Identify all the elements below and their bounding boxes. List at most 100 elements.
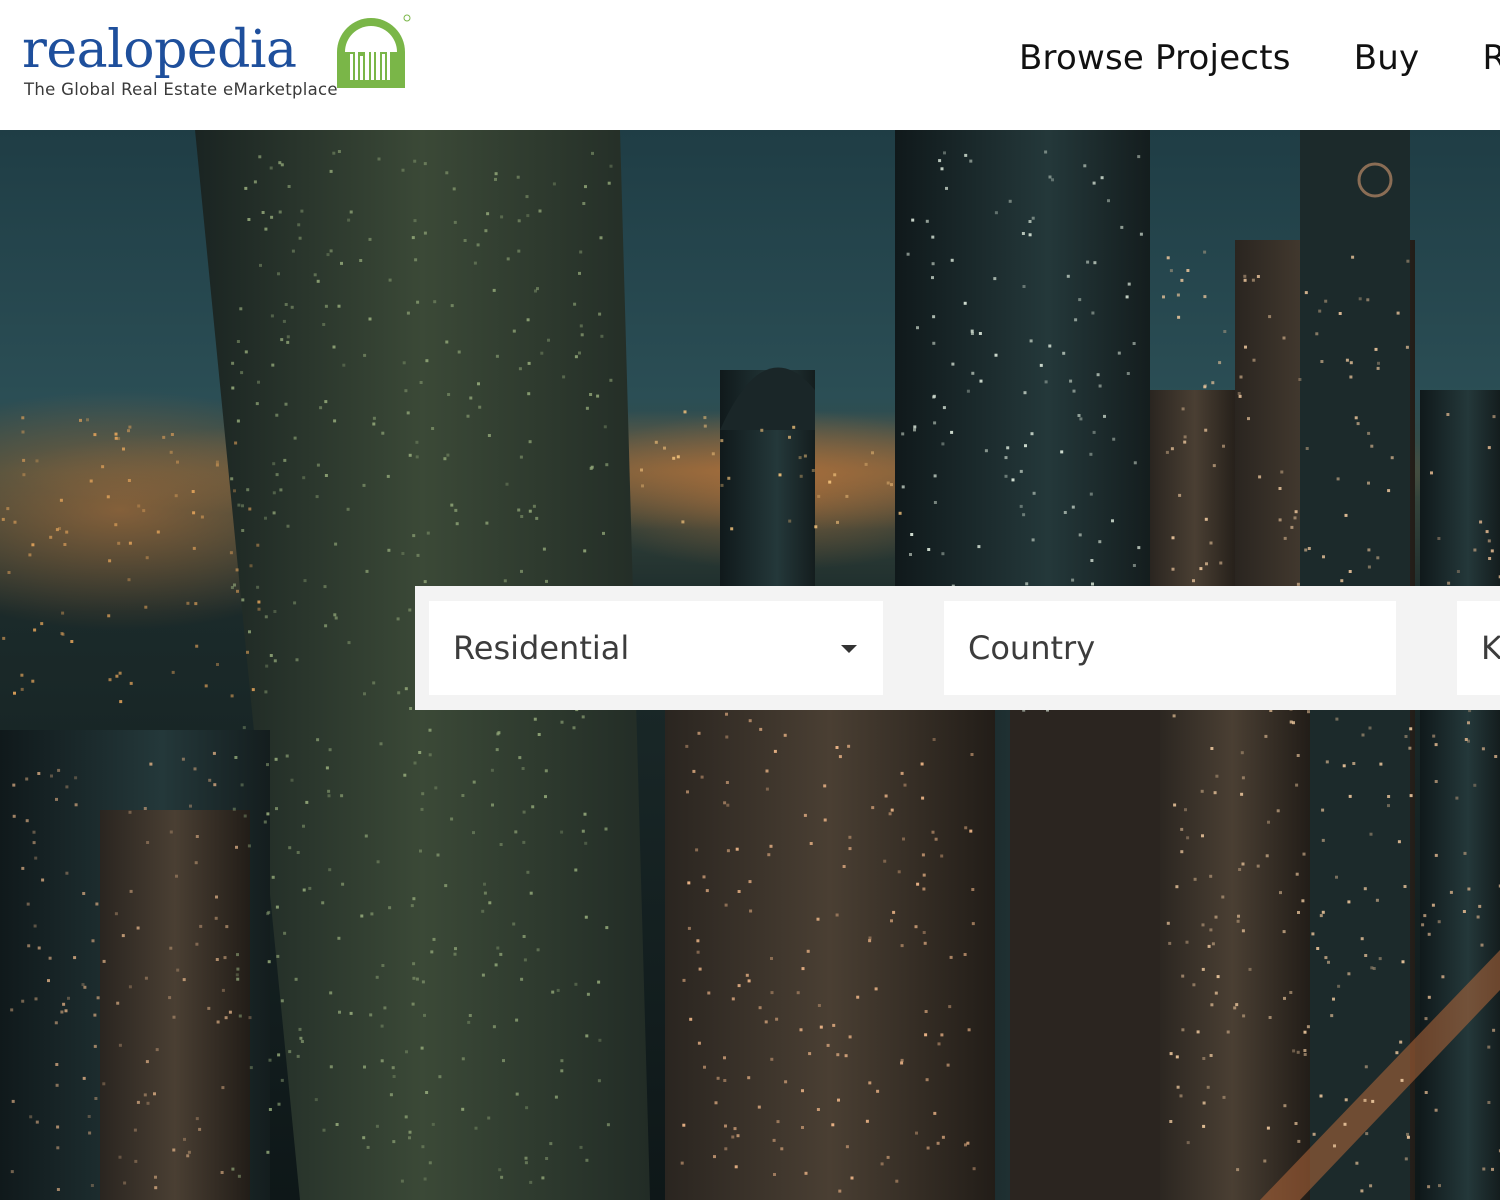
window-light (1298, 378, 1302, 381)
window-light (772, 1138, 776, 1142)
window-light (235, 568, 239, 572)
window-light (430, 950, 434, 954)
window-light (971, 371, 975, 375)
nav-rent[interactable]: R (1482, 34, 1500, 82)
window-light (1427, 995, 1431, 999)
window-light (924, 1033, 928, 1037)
property-type-select[interactable]: Residential (429, 601, 883, 695)
window-light (416, 553, 420, 557)
window-light (1336, 477, 1340, 481)
window-light (1282, 336, 1286, 340)
window-light (1408, 746, 1412, 750)
window-light (193, 767, 197, 771)
window-light (1237, 392, 1241, 395)
window-light (994, 211, 998, 215)
window-light (170, 433, 174, 436)
window-light (291, 249, 295, 253)
window-light (1239, 375, 1243, 379)
window-light (703, 1065, 706, 1069)
window-light (1297, 1139, 1301, 1143)
window-light (293, 436, 297, 440)
window-light (979, 379, 983, 383)
window-light (400, 1179, 404, 1183)
window-light (598, 1038, 602, 1042)
window-light (1176, 1085, 1180, 1089)
window-light (137, 504, 141, 508)
window-light (536, 287, 539, 291)
window-light (153, 1092, 156, 1096)
window-light (67, 996, 70, 1000)
window-light (1211, 942, 1215, 946)
window-light (93, 1013, 97, 1017)
window-light (136, 926, 140, 930)
window-light (1209, 541, 1213, 545)
window-light (423, 1013, 426, 1017)
window-light (279, 488, 283, 492)
window-light (1204, 517, 1208, 521)
window-light (329, 169, 333, 173)
window-light (488, 901, 492, 905)
window-light (518, 367, 522, 371)
nav-buy[interactable]: Buy (1354, 34, 1420, 82)
window-light (731, 1135, 735, 1139)
window-light (326, 253, 330, 257)
window-light (423, 580, 427, 584)
window-light (477, 382, 480, 386)
window-light (1355, 1161, 1359, 1165)
window-light (890, 483, 893, 487)
window-light (844, 1054, 848, 1058)
window-light (359, 259, 363, 262)
window-light (349, 1011, 353, 1015)
window-light (1306, 1025, 1310, 1029)
window-light (366, 1145, 370, 1149)
window-light (702, 875, 706, 879)
window-light (1193, 877, 1197, 881)
window-light (1295, 783, 1299, 787)
window-light (692, 769, 696, 773)
window-light (1240, 751, 1244, 755)
window-light (57, 768, 61, 772)
window-light (1202, 1124, 1206, 1128)
window-light (134, 1159, 138, 1163)
window-light (246, 650, 249, 654)
window-light (584, 915, 588, 919)
logo[interactable]: realopedia The Global Real Estate eMarke… (22, 10, 422, 110)
window-light (517, 508, 521, 512)
window-light (1062, 351, 1066, 355)
window-light (337, 936, 341, 940)
window-light (950, 258, 954, 262)
window-light (428, 1161, 432, 1165)
window-light (876, 1089, 880, 1093)
window-light (1127, 282, 1131, 286)
window-light (736, 1134, 740, 1138)
window-light (322, 323, 326, 326)
window-light (88, 1131, 92, 1135)
keyword-input[interactable]: K (1457, 601, 1500, 695)
window-light (59, 498, 63, 502)
window-light (1066, 274, 1070, 278)
window-light (977, 545, 981, 549)
window-light (600, 334, 604, 338)
window-light (1360, 937, 1364, 941)
window-light (503, 579, 507, 583)
window-light (21, 866, 25, 870)
nav-browse-projects[interactable]: Browse Projects (1019, 34, 1291, 82)
window-light (900, 1061, 904, 1065)
window-light (520, 977, 524, 981)
window-light (1171, 567, 1175, 571)
window-light (244, 350, 248, 354)
country-input[interactable] (944, 601, 1396, 695)
window-light (290, 778, 294, 782)
window-light (32, 841, 36, 845)
window-light (1186, 269, 1190, 272)
window-light (473, 261, 477, 265)
window-light (316, 279, 320, 283)
window-light (932, 315, 936, 319)
window-light (264, 227, 268, 231)
window-light (379, 742, 383, 746)
window-light (1406, 259, 1410, 263)
window-light (118, 671, 122, 675)
window-light (838, 1189, 842, 1193)
window-light (1488, 557, 1492, 560)
window-light (788, 519, 792, 523)
